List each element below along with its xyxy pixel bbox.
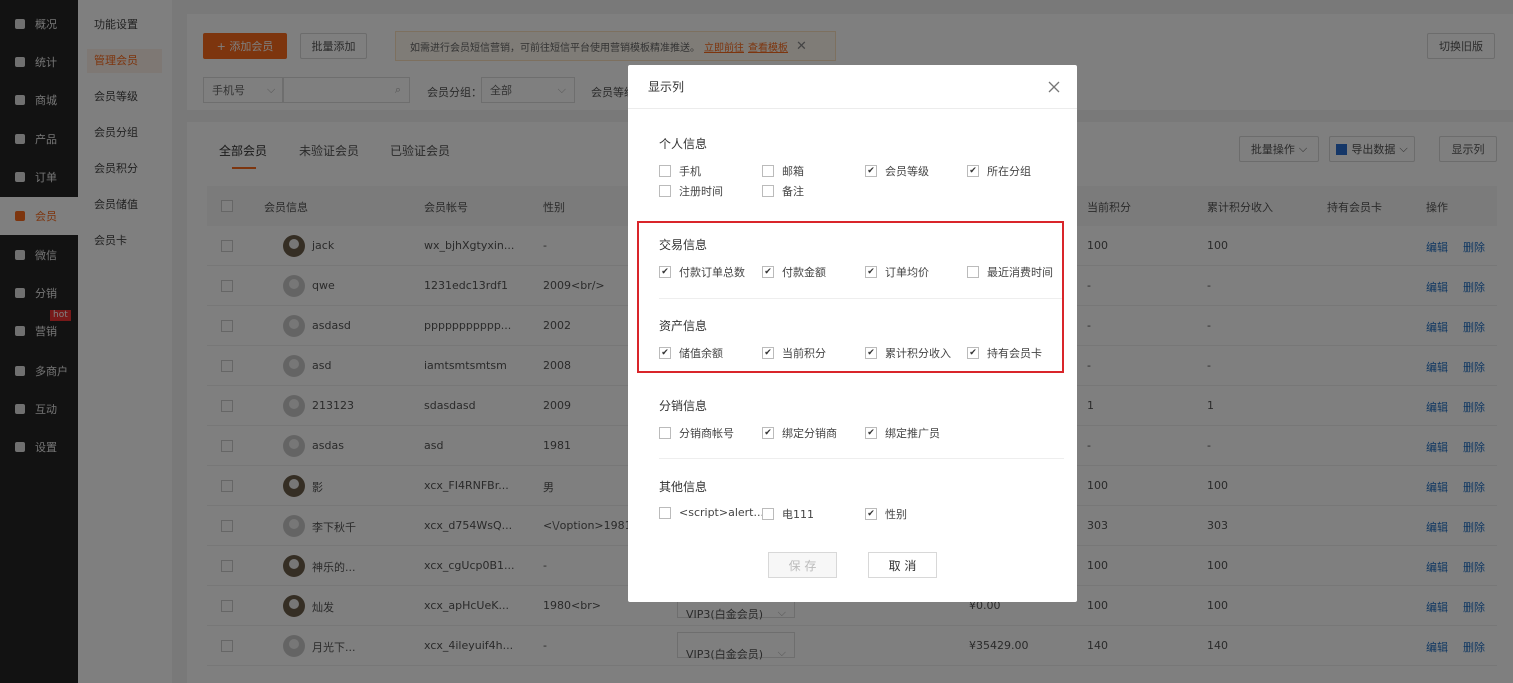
column-option[interactable]: 分销商帐号 bbox=[659, 425, 734, 441]
close-icon[interactable] bbox=[1047, 80, 1061, 94]
column-option[interactable]: 电111 bbox=[762, 506, 814, 522]
option-label: 邮箱 bbox=[782, 165, 804, 178]
column-option[interactable]: <script>alert... bbox=[659, 506, 764, 519]
column-option[interactable]: ✔ 会员等级 bbox=[865, 163, 929, 179]
column-option[interactable]: ✔ 绑定推广员 bbox=[865, 425, 940, 441]
save-button[interactable]: 保 存 bbox=[768, 552, 837, 578]
checkbox-unchecked[interactable] bbox=[762, 185, 774, 197]
column-option[interactable]: 手机 bbox=[659, 163, 701, 179]
option-label: 备注 bbox=[782, 185, 804, 198]
column-option[interactable]: ✔ 所在分组 bbox=[967, 163, 1031, 179]
option-label: 电111 bbox=[782, 508, 814, 521]
checkbox-checked[interactable]: ✔ bbox=[865, 427, 877, 439]
checkbox-unchecked[interactable] bbox=[659, 506, 671, 519]
checkbox-checked[interactable]: ✔ bbox=[762, 427, 774, 439]
option-label: 绑定分销商 bbox=[782, 427, 837, 440]
checkbox-checked[interactable]: ✔ bbox=[865, 165, 877, 177]
section-title: 其他信息 bbox=[659, 480, 708, 494]
section-divider bbox=[659, 458, 1064, 459]
columns-modal: 显示列 个人信息 手机 邮箱 ✔ 会员等级 ✔ 所在分组 注册时间 备注 交易信息 ✔ 付款订单总数 ✔… bbox=[628, 65, 1077, 602]
column-option[interactable]: 备注 bbox=[762, 183, 804, 199]
column-option[interactable]: 注册时间 bbox=[659, 183, 723, 199]
option-label: 手机 bbox=[679, 165, 701, 178]
checkbox-unchecked[interactable] bbox=[659, 165, 671, 177]
column-option[interactable]: 邮箱 bbox=[762, 163, 804, 179]
checkbox-checked[interactable]: ✔ bbox=[967, 165, 979, 177]
option-label: 分销商帐号 bbox=[679, 427, 734, 440]
highlight-box bbox=[637, 221, 1064, 373]
column-option[interactable]: ✔ 性别 bbox=[865, 506, 907, 522]
option-label: 绑定推广员 bbox=[885, 427, 940, 440]
checkbox-unchecked[interactable] bbox=[762, 508, 774, 520]
option-label: <script>alert... bbox=[679, 506, 764, 519]
option-label: 会员等级 bbox=[885, 165, 929, 178]
checkbox-unchecked[interactable] bbox=[762, 165, 774, 177]
checkbox-checked[interactable]: ✔ bbox=[865, 508, 877, 520]
section-title: 分销信息 bbox=[659, 399, 708, 413]
modal-title: 显示列 bbox=[628, 65, 1077, 109]
option-label: 性别 bbox=[885, 508, 907, 521]
section-title: 个人信息 bbox=[659, 137, 708, 151]
checkbox-unchecked[interactable] bbox=[659, 185, 671, 197]
option-label: 所在分组 bbox=[987, 165, 1031, 178]
option-label: 注册时间 bbox=[679, 185, 723, 198]
column-option[interactable]: ✔ 绑定分销商 bbox=[762, 425, 837, 441]
cancel-button[interactable]: 取 消 bbox=[868, 552, 937, 578]
checkbox-unchecked[interactable] bbox=[659, 427, 671, 439]
